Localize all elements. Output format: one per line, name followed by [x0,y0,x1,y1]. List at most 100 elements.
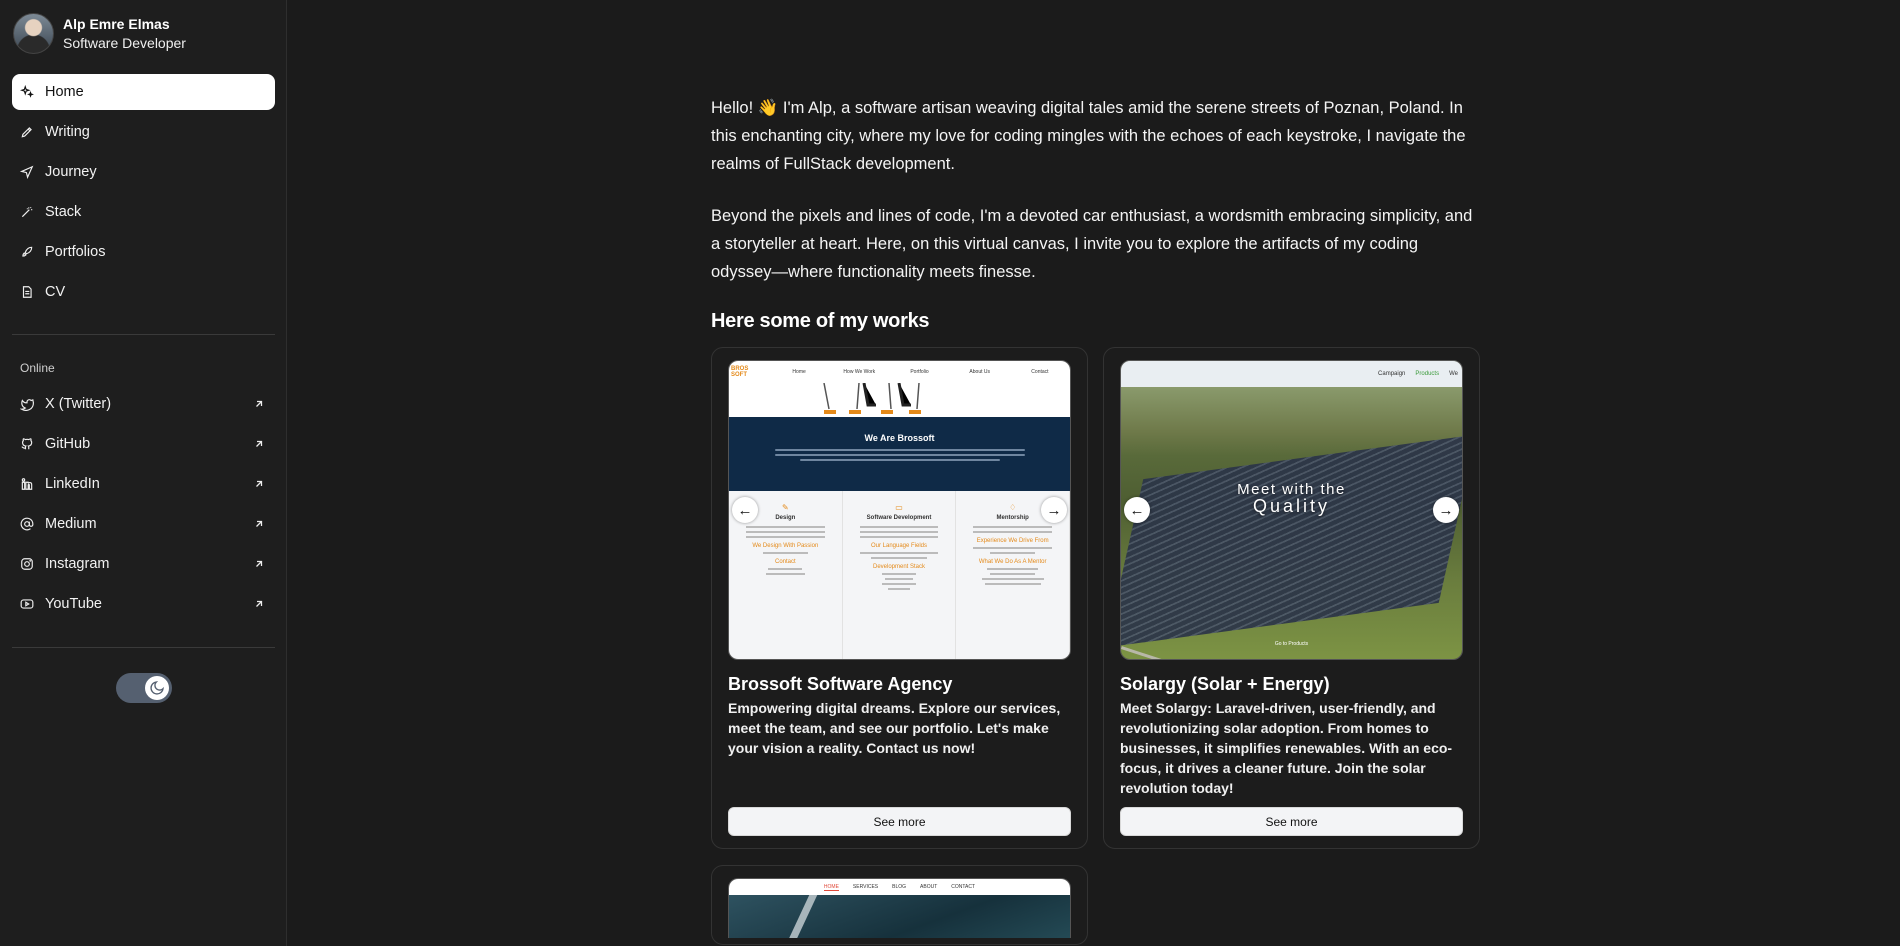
nav-item-cv[interactable]: CV [12,274,275,310]
twitter-icon [20,397,34,411]
work-description: Meet Solargy: Laravel-driven, user-frien… [1120,700,1453,796]
profile-role: Software Developer [63,34,186,51]
external-link-icon [256,520,263,527]
preview-navbar: Campaign Products We [1121,361,1462,387]
preview-headline: Meet with the Quality [1121,481,1462,515]
nav-label: Stack [45,204,82,220]
intro-paragraph-2: Beyond the pixels and lines of code, I'm… [711,207,1473,281]
rocket-icon [20,245,34,259]
wand-icon [20,205,34,219]
preview-headline-line: Quality [1252,496,1331,516]
nav-item-writing[interactable]: Writing [12,114,275,150]
see-more-button[interactable]: See more [728,807,1071,836]
navigation-icon [20,165,34,179]
link-label: YouTube [45,596,102,612]
preview-nav-link: Products [1415,371,1440,377]
work-description: Empowering digital dreams. Explore our s… [728,700,1061,756]
work-title: Brossoft Software Agency [728,674,953,694]
preview-col-sub: Development Stack [872,564,926,570]
work-card-3: HOME SERVICES BLOG ABOUT CONTACT [711,865,1088,945]
divider [12,647,275,648]
theme-toggle[interactable] [116,673,172,703]
work-card-brossoft: BROS SOFT Home How We Work Portfolio Abo… [711,347,1088,849]
nav-item-journey[interactable]: Journey [12,154,275,190]
see-more-button[interactable]: See more [1120,807,1463,836]
preview-col-sub: Our Language Fields [870,543,928,549]
youtube-icon [20,597,34,611]
preview-band: We Are Brossoft [729,417,1070,491]
external-link-icon [256,480,263,487]
link-github[interactable]: GitHub [12,426,275,462]
preview-nav-link: CONTACT [951,884,976,890]
nav-label: CV [45,284,66,300]
main-content: Hello! 👋 I'm Alp, a software artisan wea… [711,94,1481,946]
nav-item-stack[interactable]: Stack [12,194,275,230]
link-label: LinkedIn [45,476,100,492]
main-nav: Home Writing Journey Stack Portfolios CV [12,74,275,314]
nav-item-home[interactable]: Home [12,74,275,110]
link-youtube[interactable]: YouTube [12,586,275,622]
external-link-icon [256,600,263,607]
pen-icon [20,125,34,139]
file-icon [20,285,34,299]
link-label: GitHub [45,436,91,452]
link-instagram[interactable]: Instagram [12,546,275,582]
preview-nav-link: Contact [1031,369,1049,375]
preview-nav-link: SERVICES [852,884,879,890]
link-medium[interactable]: Medium [12,506,275,542]
preview-column: ▭ Software Development Our Language Fiel… [843,491,957,659]
linkedin-icon [20,477,34,491]
preview-col-title: Software Development [866,515,932,521]
at-sign-icon [20,517,34,531]
work-carousel[interactable]: BROS SOFT Home How We Work Portfolio Abo… [728,360,1071,660]
github-icon [20,437,34,451]
work-carousel[interactable]: Campaign Products We Meet with the Quali… [1120,360,1463,660]
preview-navbar: HOME SERVICES BLOG ABOUT CONTACT [729,879,1070,895]
preview-col-sub: What We Do As A Mentor [978,559,1047,565]
external-link-icon [256,400,263,407]
sparkles-icon [20,85,34,99]
nav-label: Portfolios [45,244,106,260]
moon-icon [145,676,169,700]
link-linkedin[interactable]: LinkedIn [12,466,275,502]
profile[interactable]: Alp Emre Elmas Software Developer [13,13,186,54]
carousel-next-button[interactable]: → [1041,497,1067,523]
carousel-next-button[interactable]: → [1433,497,1459,523]
nav-label: Home [45,84,84,100]
preview-image [729,895,1070,938]
carousel-prev-button[interactable]: ← [732,497,758,523]
preview-band-title: We Are Brossoft [864,433,935,443]
carousel-prev-button[interactable]: ← [1124,497,1150,523]
preview-nav-link: HOME [823,883,839,891]
preview-nav-link: Portfolio [910,369,929,375]
preview-nav-link: We [1449,371,1458,377]
works-grid: BROS SOFT Home How We Work Portfolio Abo… [711,347,1481,946]
works-heading: Here some of my works [711,310,930,332]
section-label-online: Online [20,361,55,375]
nav-item-portfolios[interactable]: Portfolios [12,234,275,270]
brossoft-logo: BROS SOFT [731,366,749,378]
preview-nav-link: Campaign [1378,371,1406,377]
online-links: X (Twitter) GitHub LinkedIn Medium Insta… [12,386,275,626]
preview-footer-link: Go to Products [1274,641,1309,647]
preview-columns: ✎ Design We Design With Passion Contact … [729,491,1070,659]
preview-col-sub: Experience We Drive From [976,538,1049,544]
external-link-icon [256,440,263,447]
instagram-icon [20,557,34,571]
nav-label: Journey [45,164,97,180]
intro-paragraph: Hello! 👋 I'm Alp, a software artisan wea… [711,99,1466,173]
preview-nav-link: BLOG [892,884,907,890]
link-label: X (Twitter) [45,396,112,412]
work-card-solargy: Campaign Products We Meet with the Quali… [1103,347,1480,849]
link-twitter[interactable]: X (Twitter) [12,386,275,422]
avatar [13,13,54,54]
preview-col-sub: Contact [774,559,796,565]
divider [12,334,275,335]
link-label: Medium [45,516,97,532]
work-carousel[interactable]: HOME SERVICES BLOG ABOUT CONTACT [728,878,1071,938]
external-link-icon [256,560,263,567]
preview-nav-link: Home [792,369,806,375]
profile-name: Alp Emre Elmas [63,15,170,32]
nav-label: Writing [45,124,90,140]
preview-nav-link: How We Work [843,369,876,375]
